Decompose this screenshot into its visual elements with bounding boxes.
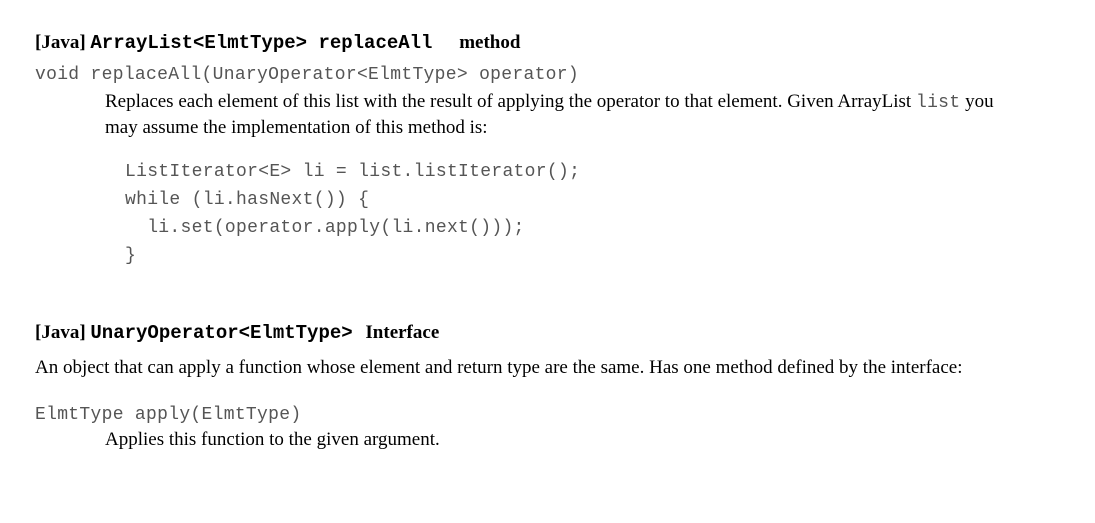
heading-suffix: method: [459, 32, 520, 53]
section-heading-unaryoperator: [Java] UnaryOperator<ElmtType> Interface: [35, 320, 1060, 347]
apply-description: Applies this function to the given argum…: [105, 427, 1030, 453]
interface-description: An object that can apply a function whos…: [35, 355, 1060, 381]
lang-tag: [Java]: [35, 32, 86, 53]
method-signature-apply: ElmtType apply(ElmtType): [35, 403, 1060, 427]
code-block: ListIterator<E> li = list.listIterator()…: [125, 159, 1060, 271]
lang-tag: [Java]: [35, 322, 86, 343]
inline-code-list: list: [916, 93, 960, 113]
section-heading-replaceall: [Java] ArrayList<ElmtType> replaceAll me…: [35, 30, 1060, 57]
type-name: UnaryOperator<ElmtType>: [90, 322, 352, 344]
type-name: ArrayList<ElmtType> replaceAll: [90, 32, 432, 54]
method-signature: void replaceAll(UnaryOperator<ElmtType> …: [35, 63, 1060, 87]
heading-suffix: Interface: [365, 322, 439, 343]
desc-text-1: Replaces each element of this list with …: [105, 91, 916, 112]
method-description: Replaces each element of this list with …: [105, 89, 1030, 141]
